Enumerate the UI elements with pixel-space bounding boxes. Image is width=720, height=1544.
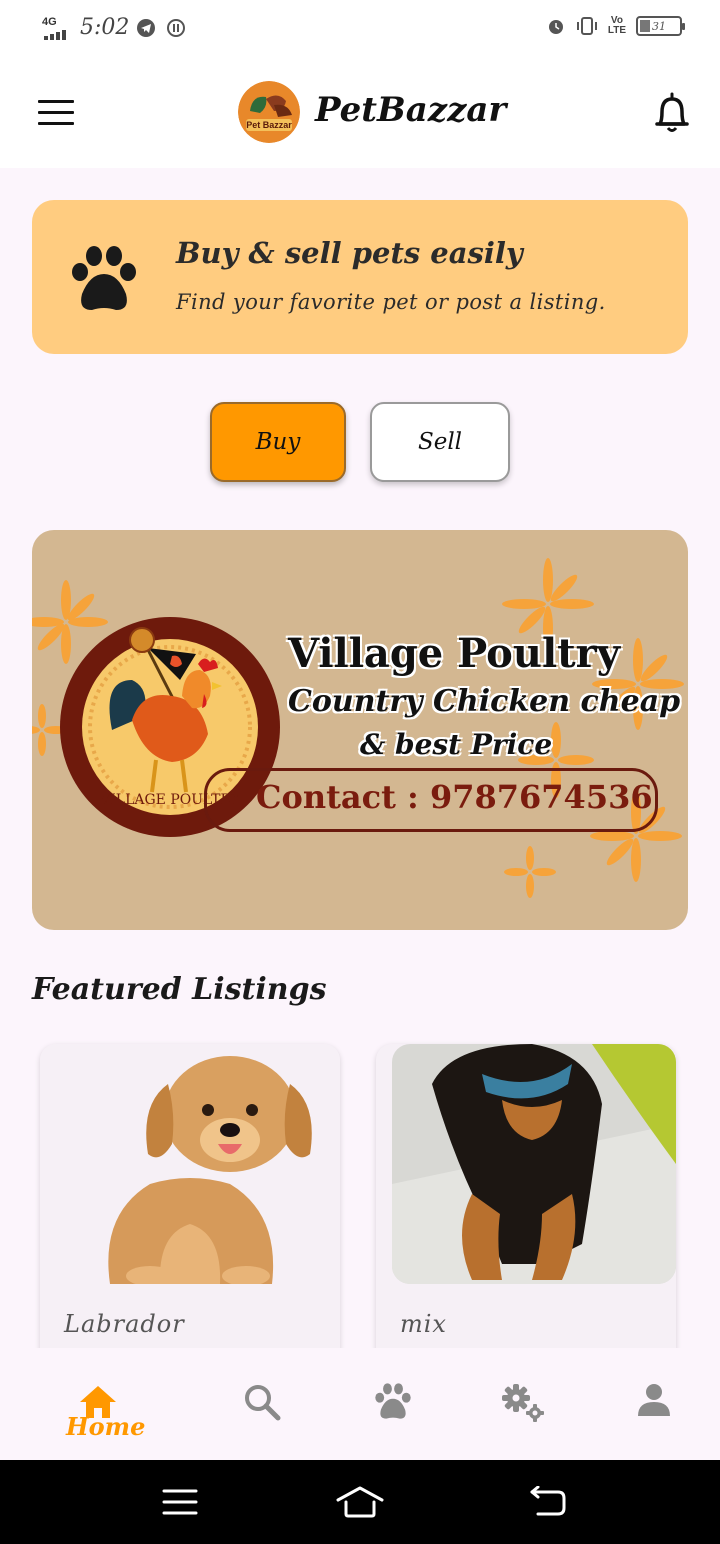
- logo-text: Pet Bazzar: [246, 120, 292, 130]
- system-nav-bar: [0, 1460, 720, 1544]
- signal-icon: [44, 30, 66, 40]
- listing-card[interactable]: mix: [376, 1044, 676, 1364]
- battery-icon: 31: [636, 16, 685, 36]
- listing-image: [40, 1044, 340, 1284]
- nav-settings[interactable]: [500, 1348, 546, 1460]
- network-type: 4G: [42, 16, 57, 28]
- nav-home-label: Home: [66, 1412, 146, 1441]
- home-button-icon[interactable]: [336, 1484, 384, 1520]
- app-title: PetBazzar: [315, 90, 507, 130]
- promo-banner[interactable]: VILLAGE POULTRY Village Poultry Country …: [32, 530, 688, 930]
- nav-search[interactable]: [240, 1348, 284, 1460]
- nav-home[interactable]: Home: [48, 1348, 148, 1460]
- nav-pets[interactable]: [370, 1348, 416, 1460]
- data-saver-icon: [167, 19, 185, 37]
- bottom-nav: Home: [0, 1348, 720, 1460]
- banner-line-2: Country Chicken cheap: [288, 684, 681, 719]
- hero-subtitle: Find your favorite pet or post a listing…: [176, 290, 606, 314]
- back-icon[interactable]: [528, 1486, 568, 1518]
- app-bar: Pet Bazzar PetBazzar: [0, 56, 720, 168]
- app-logo: Pet Bazzar: [238, 81, 300, 143]
- nav-profile[interactable]: [634, 1348, 674, 1460]
- listing-image: [392, 1044, 676, 1284]
- battery-level: 31: [652, 19, 666, 33]
- profile-icon: [638, 1384, 670, 1416]
- clock: 5:02: [80, 15, 130, 40]
- alarm-icon: [548, 20, 563, 34]
- featured-heading: Featured Listings: [32, 972, 327, 1007]
- banner-contact: Contact : 9787674536: [256, 778, 653, 816]
- bell-icon[interactable]: [652, 90, 692, 134]
- listing-name: Labrador: [64, 1310, 185, 1338]
- banner-title: Village Poultry: [288, 630, 620, 677]
- hero-title: Buy & sell pets easily: [176, 236, 523, 270]
- vibrate-icon: [576, 17, 597, 35]
- settings-icon: [502, 1384, 544, 1422]
- volte-indicator: Vo LTE: [607, 15, 626, 36]
- hamburger-icon[interactable]: [38, 100, 74, 126]
- paw-icon: [375, 1383, 411, 1419]
- menu-icon[interactable]: [162, 1488, 198, 1516]
- telegram-icon: [137, 19, 155, 37]
- listing-card[interactable]: Labrador: [40, 1044, 340, 1364]
- buy-button[interactable]: Buy: [210, 402, 346, 482]
- listing-name: mix: [400, 1310, 447, 1338]
- paw-icon: [72, 246, 136, 310]
- search-icon: [245, 1385, 281, 1421]
- sell-button[interactable]: Sell: [370, 402, 510, 482]
- status-bar: 4G 5:02 Vo LTE 31: [0, 0, 720, 56]
- banner-line-3: & best Price: [360, 728, 553, 761]
